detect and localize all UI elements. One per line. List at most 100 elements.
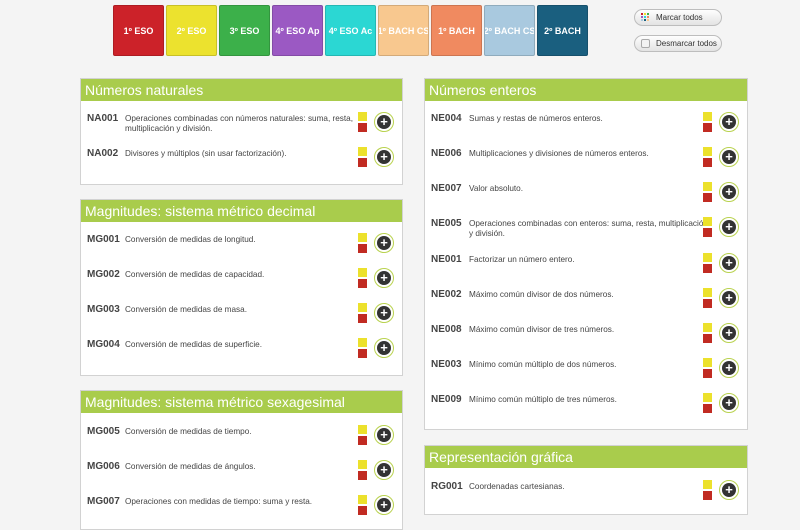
topic-code: MG004 [87, 339, 120, 350]
level-markers [703, 217, 712, 237]
level-markers [358, 303, 367, 323]
mark-all-button[interactable]: Marcar todos [634, 9, 722, 26]
add-icon[interactable]: + [719, 182, 739, 202]
topic-description: Conversión de medidas de tiempo. [125, 427, 252, 436]
topic-code: MG003 [87, 304, 120, 315]
add-icon[interactable]: + [719, 480, 739, 500]
topic-code: NE004 [431, 113, 462, 124]
level-button-4eso-ac[interactable]: 4º ESO Ac [325, 5, 376, 56]
add-icon[interactable]: + [374, 495, 394, 515]
level-markers [358, 460, 367, 480]
add-icon[interactable]: + [719, 253, 739, 273]
topic-code: NE001 [431, 254, 462, 265]
topic-description: Coordenadas cartesianas. [469, 482, 565, 491]
add-icon[interactable]: + [719, 323, 739, 343]
unmark-all-button[interactable]: Desmarcar todos [634, 35, 722, 52]
level-markers [358, 495, 367, 515]
add-icon[interactable]: + [719, 112, 739, 132]
level-button-3eso[interactable]: 3º ESO [219, 5, 270, 56]
topic-description: Mínimo común múltiplo de dos números. [469, 360, 617, 369]
panel-representacion-grafica: Representación gráfica RG001 Coordenadas… [424, 445, 748, 515]
topic-description: Conversión de medidas de longitud. [125, 235, 256, 244]
topic-description: Conversión de medidas de superficie. [125, 340, 262, 349]
topic-description: Máximo común divisor de dos números. [469, 290, 614, 299]
topic-description: Mínimo común múltiplo de tres números. [469, 395, 617, 404]
add-icon[interactable]: + [374, 338, 394, 358]
level-button-1bach-cs[interactable]: 1º BACH CS [378, 5, 429, 56]
topic-code: MG006 [87, 461, 120, 472]
add-icon[interactable]: + [719, 147, 739, 167]
topic-description: Valor absoluto. [469, 184, 524, 193]
add-icon[interactable]: + [374, 460, 394, 480]
level-markers [358, 147, 367, 167]
level-button-2bach-cs[interactable]: 2º BACH CS [484, 5, 535, 56]
topic-description: Operaciones combinadas con números natur… [125, 114, 354, 133]
level-markers [358, 112, 367, 132]
topic-description: Factorizar un número entero. [469, 255, 575, 264]
level-markers [703, 288, 712, 308]
topic-code: MG007 [87, 496, 120, 507]
level-markers [703, 182, 712, 202]
topic-code: NE009 [431, 394, 462, 405]
level-markers [703, 323, 712, 343]
topic-code: NE007 [431, 183, 462, 194]
panel-sistema-metrico-sexagesimal: Magnitudes: sistema métrico sexagesimal … [80, 390, 403, 530]
add-icon[interactable]: + [374, 147, 394, 167]
topic-description: Conversión de medidas de ángulos. [125, 462, 256, 471]
level-button-4eso-ap[interactable]: 4º ESO Ap [272, 5, 323, 56]
topic-description: Conversión de medidas de capacidad. [125, 270, 265, 279]
add-icon[interactable]: + [719, 393, 739, 413]
color-grid-icon [641, 13, 650, 22]
topic-code: MG001 [87, 234, 120, 245]
panel-title: Números enteros [425, 79, 747, 101]
topic-description: Operaciones con medidas de tiempo: suma … [125, 497, 313, 506]
panel-numeros-enteros: Números enteros NE004 Sumas y restas de … [424, 78, 748, 430]
level-button-2bach[interactable]: 2º BACH [537, 5, 588, 56]
add-icon[interactable]: + [374, 425, 394, 445]
mark-all-label: Marcar todos [656, 13, 703, 22]
topic-code: NA001 [87, 113, 119, 124]
topic-code: NE002 [431, 289, 462, 300]
add-icon[interactable]: + [719, 288, 739, 308]
panel-title: Números naturales [81, 79, 402, 101]
level-selector: 1º ESO 2º ESO 3º ESO 4º ESO Ap 4º ESO Ac… [113, 5, 588, 56]
panel-sistema-metrico-decimal: Magnitudes: sistema métrico decimal MG00… [80, 199, 403, 376]
level-markers [703, 112, 712, 132]
topic-code: NE003 [431, 359, 462, 370]
level-markers [703, 480, 712, 500]
topic-code: MG002 [87, 269, 120, 280]
topic-description: Divisores y múltiplos (sin usar factoriz… [125, 149, 287, 158]
level-markers [703, 393, 712, 413]
topic-description: Conversión de medidas de masa. [125, 305, 247, 314]
empty-box-icon [641, 39, 650, 48]
topic-description: Sumas y restas de números enteros. [469, 114, 603, 123]
level-button-2eso[interactable]: 2º ESO [166, 5, 217, 56]
level-markers [703, 147, 712, 167]
topic-description: Máximo común divisor de tres números. [469, 325, 615, 334]
add-icon[interactable]: + [719, 217, 739, 237]
topic-description: Operaciones combinadas con enteros: suma… [469, 219, 708, 238]
topic-code: NE006 [431, 148, 462, 159]
level-markers [358, 425, 367, 445]
panel-title: Magnitudes: sistema métrico sexagesimal [81, 391, 402, 413]
panel-title: Magnitudes: sistema métrico decimal [81, 200, 402, 222]
level-markers [703, 358, 712, 378]
level-markers [358, 233, 367, 253]
topic-code: MG005 [87, 426, 120, 437]
add-icon[interactable]: + [374, 268, 394, 288]
level-button-1eso[interactable]: 1º ESO [113, 5, 164, 56]
add-icon[interactable]: + [374, 233, 394, 253]
level-markers [358, 268, 367, 288]
add-icon[interactable]: + [719, 358, 739, 378]
panel-title: Representación gráfica [425, 446, 747, 468]
add-icon[interactable]: + [374, 112, 394, 132]
topic-code: RG001 [431, 481, 463, 492]
add-icon[interactable]: + [374, 303, 394, 323]
panel-numeros-naturales: Números naturales NA001 Operaciones comb… [80, 78, 403, 185]
topic-code: NE008 [431, 324, 462, 335]
topic-code: NA002 [87, 148, 119, 159]
level-button-1bach[interactable]: 1º BACH [431, 5, 482, 56]
topic-description: Multiplicaciones y divisiones de números… [469, 149, 649, 158]
topic-code: NE005 [431, 218, 462, 229]
level-markers [358, 338, 367, 358]
